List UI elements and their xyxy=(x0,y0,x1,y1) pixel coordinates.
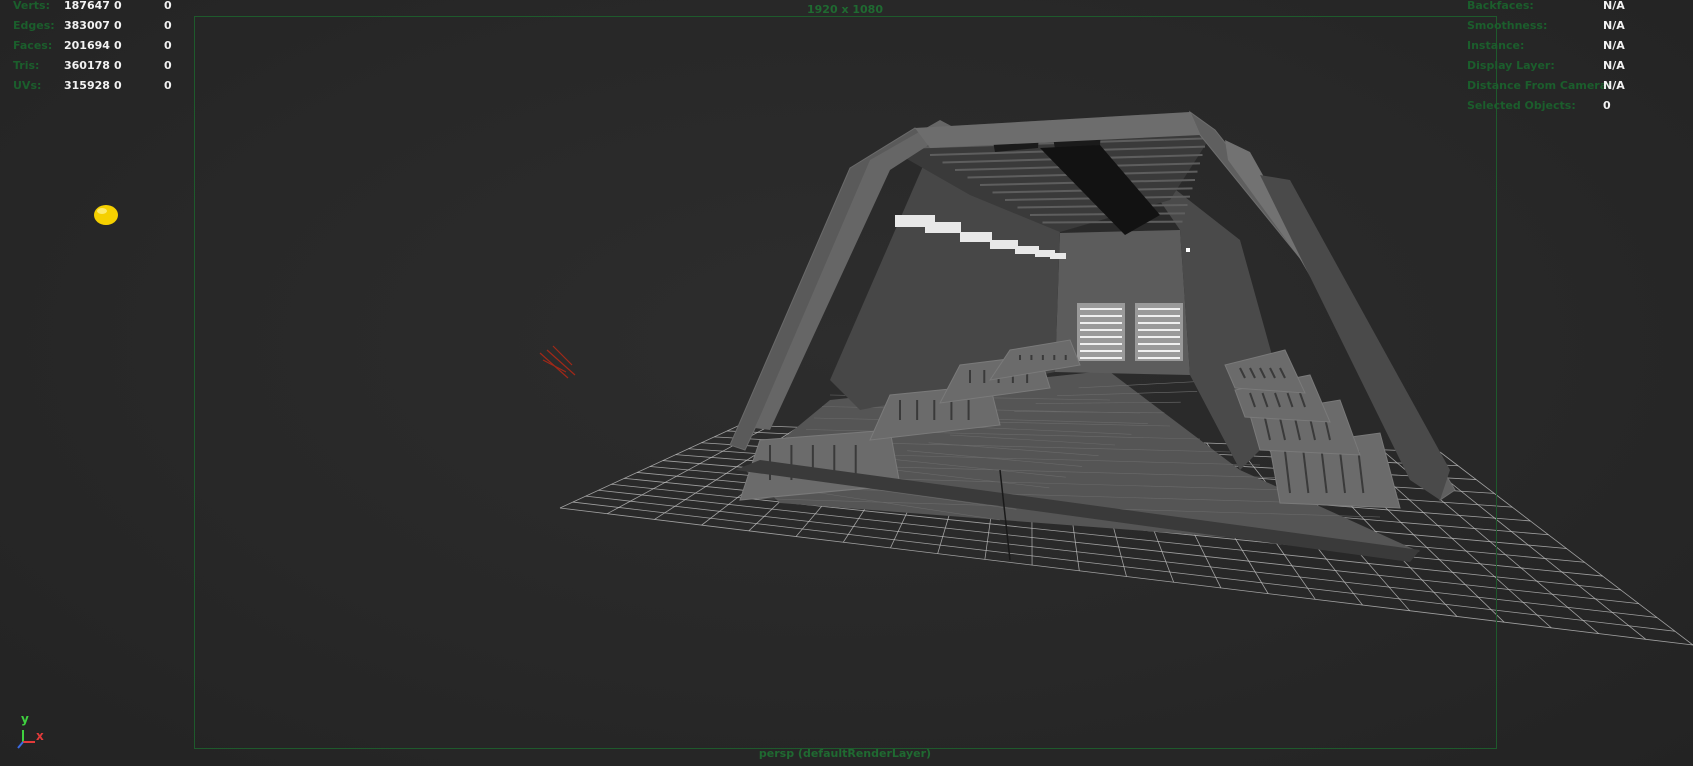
back-door-vent xyxy=(1138,357,1180,359)
back-light-dot xyxy=(1186,248,1190,252)
object-detail-label-2: Instance: xyxy=(1467,39,1525,52)
poly-count-total-tris: 360178 xyxy=(64,59,110,72)
3d-viewport[interactable]: 1920 x 1080 persp (defaultRenderLayer) V… xyxy=(0,0,1693,766)
directional-light-locator[interactable] xyxy=(539,345,576,379)
poly-count-label-faces: Faces: xyxy=(13,39,53,52)
resolution-gate-label: 1920 x 1080 xyxy=(807,3,883,16)
back-door-vent xyxy=(1080,322,1122,324)
poly-count-selected-tris: 0 xyxy=(114,59,122,72)
wall-light-panel xyxy=(990,240,1018,249)
object-detail-value-2: N/A xyxy=(1603,39,1625,52)
object-detail-value-3: N/A xyxy=(1603,59,1625,72)
poly-count-selected-verts: 0 xyxy=(114,0,122,12)
poly-count-total-faces: 201694 xyxy=(64,39,110,52)
object-detail-label-1: Smoothness: xyxy=(1467,19,1548,32)
view-axis-gizmo: y x xyxy=(14,712,54,752)
poly-count-component-edges: 0 xyxy=(164,19,172,32)
object-detail-label-0: Backfaces: xyxy=(1467,0,1534,12)
scene-canvas[interactable] xyxy=(0,0,1693,766)
back-door-vent xyxy=(1080,350,1122,352)
object-detail-value-5: 0 xyxy=(1603,99,1611,112)
object-detail-value-0: N/A xyxy=(1603,0,1625,12)
axis-y-label: y xyxy=(21,712,29,726)
back-door-vent xyxy=(1138,308,1180,310)
wall-light-panel xyxy=(960,232,992,242)
poly-count-component-tris: 0 xyxy=(164,59,172,72)
back-door-vent xyxy=(1138,336,1180,338)
point-light-locator[interactable] xyxy=(94,205,118,225)
back-door-vent xyxy=(1138,329,1180,331)
wall-light-panel xyxy=(925,222,961,233)
back-door-right xyxy=(1135,303,1183,361)
camera-name-label: persp (defaultRenderLayer) xyxy=(758,747,932,760)
poly-count-selected-uvs: 0 xyxy=(114,79,122,92)
sci-fi-corridor-mesh[interactable] xyxy=(729,110,1456,562)
poly-count-selected-edges: 0 xyxy=(114,19,122,32)
poly-count-component-uvs: 0 xyxy=(164,79,172,92)
object-detail-value-1: N/A xyxy=(1603,19,1625,32)
poly-count-total-uvs: 315928 xyxy=(64,79,110,92)
object-detail-label-3: Display Layer: xyxy=(1467,59,1555,72)
wall-light-panel xyxy=(1050,253,1066,259)
back-door-vent xyxy=(1080,357,1122,359)
poly-count-total-verts: 187647 xyxy=(64,0,110,12)
poly-count-component-faces: 0 xyxy=(164,39,172,52)
back-door-vent xyxy=(1138,322,1180,324)
back-door-vent xyxy=(1080,329,1122,331)
back-door-vent xyxy=(1138,343,1180,345)
poly-count-selected-faces: 0 xyxy=(114,39,122,52)
back-door-vent xyxy=(1138,315,1180,317)
object-detail-value-4: N/A xyxy=(1603,79,1625,92)
back-door-vent xyxy=(1138,350,1180,352)
poly-count-label-edges: Edges: xyxy=(13,19,55,32)
poly-count-label-verts: Verts: xyxy=(13,0,51,12)
back-door-vent xyxy=(1080,315,1122,317)
poly-count-total-edges: 383007 xyxy=(64,19,110,32)
axis-x-label: x xyxy=(36,729,44,743)
point-light-highlight xyxy=(97,208,107,214)
axis-z-line xyxy=(17,741,24,749)
poly-count-label-uvs: UVs: xyxy=(13,79,42,92)
object-detail-label-5: Selected Objects: xyxy=(1467,99,1576,112)
back-door-vent xyxy=(1080,336,1122,338)
back-door-vent xyxy=(1080,308,1122,310)
back-door-left xyxy=(1077,303,1125,361)
back-door-vent xyxy=(1080,343,1122,345)
poly-count-label-tris: Tris: xyxy=(13,59,40,72)
object-detail-label-4: Distance From Camera: xyxy=(1467,79,1612,92)
poly-count-component-verts: 0 xyxy=(164,0,172,12)
